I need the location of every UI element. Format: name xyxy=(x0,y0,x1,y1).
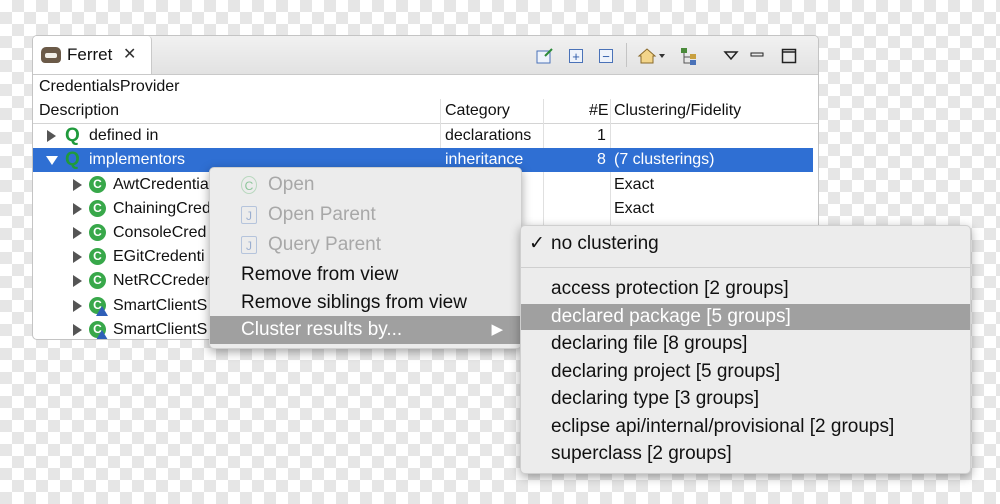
minimize-icon[interactable] xyxy=(747,46,767,66)
submenu-item[interactable]: eclipse api/internal/provisional [2 grou… xyxy=(521,414,970,440)
row-label: defined in xyxy=(89,127,159,144)
submenu-arrow-icon: ▶ xyxy=(491,321,503,338)
row-label: implementors xyxy=(89,151,186,168)
row-fidelity: Exact xyxy=(614,200,655,217)
class-icon: C xyxy=(89,272,106,289)
collapse-icon[interactable] xyxy=(46,156,58,165)
submenu-item[interactable]: declared package [5 groups] xyxy=(521,304,970,330)
submenu-item[interactable]: declaring file [8 groups] xyxy=(521,331,970,357)
row-label: AwtCredentia xyxy=(113,176,209,193)
collapse-all-icon[interactable]: − xyxy=(596,46,616,66)
maximize-icon[interactable] xyxy=(779,46,799,66)
abstract-marker-icon xyxy=(96,306,108,316)
hierarchy-icon[interactable] xyxy=(679,46,699,66)
menu-item-remove-from-view[interactable]: Remove from view xyxy=(210,261,521,289)
open-icon: C xyxy=(241,176,257,194)
tab-bar: Ferret ✕ + − xyxy=(33,36,818,75)
column-header-description[interactable]: Description xyxy=(39,102,119,120)
expand-icon[interactable] xyxy=(73,179,82,191)
row-label: SmartClientS xyxy=(113,297,208,314)
query-icon: Q xyxy=(65,125,80,146)
table-header: Description Category #E Clustering/Fidel… xyxy=(33,99,818,124)
cluster-submenu: ✓ no clustering access protection [2 gro… xyxy=(520,225,971,474)
row-label: EGitCredenti xyxy=(113,248,205,265)
close-icon[interactable]: ✕ xyxy=(123,44,136,64)
class-icon: C xyxy=(89,321,108,339)
expand-icon[interactable] xyxy=(73,275,82,287)
class-icon: C xyxy=(89,224,106,241)
expand-icon[interactable] xyxy=(73,251,82,263)
column-header-category[interactable]: Category xyxy=(445,102,510,120)
abstract-marker-icon xyxy=(96,330,108,339)
menu-item-open-parent[interactable]: J Open Parent xyxy=(210,201,521,229)
tab-ferret[interactable]: Ferret ✕ xyxy=(33,36,152,74)
breadcrumb: CredentialsProvider xyxy=(39,78,180,95)
expand-icon[interactable] xyxy=(73,300,82,312)
submenu-item[interactable]: declaring type [3 groups] xyxy=(521,386,970,412)
row-label: NetRCCreden xyxy=(113,272,214,289)
menu-item-query-parent[interactable]: J Query Parent xyxy=(210,231,521,259)
row-label: ChainingCred xyxy=(113,200,211,217)
check-icon: ✓ xyxy=(529,233,545,254)
class-icon: C xyxy=(89,248,106,265)
row-label: SmartClientS xyxy=(113,321,208,338)
expand-all-icon[interactable]: + xyxy=(566,46,586,66)
file-icon: J xyxy=(241,236,257,254)
menu-item-open[interactable]: C Open xyxy=(210,171,521,199)
class-icon: C xyxy=(89,200,106,217)
pin-icon[interactable] xyxy=(535,46,555,66)
column-header-clustering[interactable]: Clustering/Fidelity xyxy=(614,102,741,120)
row-count: 8 xyxy=(597,151,606,168)
row-fidelity: Exact xyxy=(614,176,655,193)
row-count: 1 xyxy=(597,127,606,144)
menu-item-remove-siblings[interactable]: Remove siblings from view xyxy=(210,289,521,317)
submenu-item-no-clustering[interactable]: ✓ no clustering xyxy=(521,231,970,257)
row-label: ConsoleCred xyxy=(113,224,207,241)
tab-label: Ferret xyxy=(67,45,113,64)
home-icon[interactable] xyxy=(635,46,669,66)
view-icon xyxy=(41,47,61,63)
submenu-item[interactable]: superclass [2 groups] xyxy=(521,441,970,467)
row-category: declarations xyxy=(445,127,532,144)
row-fidelity: (7 clusterings) xyxy=(614,151,715,168)
class-icon: C xyxy=(89,297,108,316)
menu-item-cluster-results[interactable]: Cluster results by... ▶ xyxy=(210,316,521,344)
class-icon: C xyxy=(89,176,106,193)
view-menu-icon[interactable] xyxy=(721,46,741,66)
expand-icon[interactable] xyxy=(73,203,82,215)
expand-icon[interactable] xyxy=(47,130,56,142)
submenu-item[interactable]: access protection [2 groups] xyxy=(521,276,970,302)
table-row[interactable]: Q defined in declarations 1 xyxy=(33,124,813,148)
submenu-item[interactable]: declaring project [5 groups] xyxy=(521,359,970,385)
query-icon: Q xyxy=(65,149,80,170)
expand-icon[interactable] xyxy=(73,324,82,336)
expand-icon[interactable] xyxy=(73,227,82,239)
file-icon: J xyxy=(241,206,257,224)
column-header-count[interactable]: #E xyxy=(589,102,609,120)
context-menu: C Open J Open Parent J Query Parent Remo… xyxy=(209,167,522,349)
